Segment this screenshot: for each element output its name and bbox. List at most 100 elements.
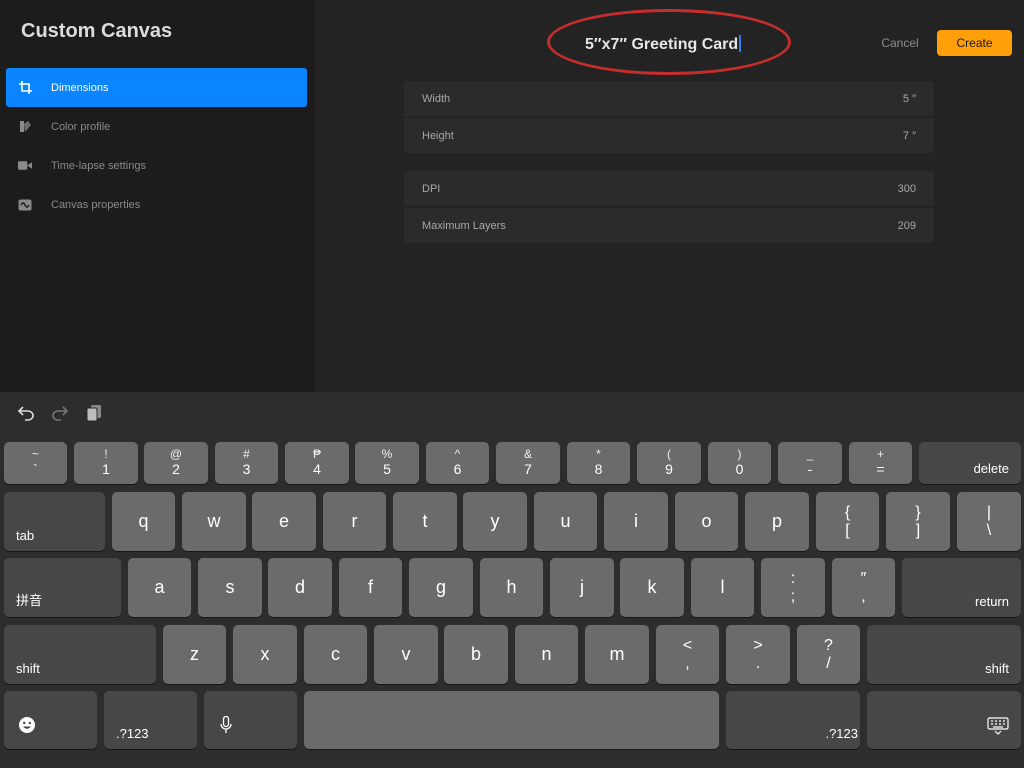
sidebar-item-label: Dimensions	[51, 81, 109, 94]
tab-key[interactable]: tab	[4, 492, 105, 551]
key-top-symbol: ″	[860, 569, 867, 587]
space-bar[interactable]	[304, 691, 719, 749]
key-g[interactable]: g	[409, 558, 473, 617]
key-k[interactable]: k	[620, 558, 684, 617]
key-top-symbol: &	[523, 447, 532, 461]
key-l[interactable]: l	[691, 558, 754, 617]
key-backtick[interactable]: ~ `	[4, 442, 67, 484]
key-top-symbol: #	[243, 447, 250, 461]
key-h[interactable]: h	[480, 558, 543, 617]
key-w[interactable]: w	[182, 492, 246, 551]
key-6[interactable]: ^ 6	[426, 442, 489, 484]
key-e[interactable]: e	[252, 492, 316, 551]
redo-icon[interactable]	[50, 403, 70, 423]
key-comma[interactable]: < ,	[656, 625, 719, 684]
key-y[interactable]: y	[463, 492, 527, 551]
key-top-symbol: {	[844, 503, 851, 521]
key-bottom-symbol: 2	[172, 461, 180, 477]
key-u[interactable]: u	[534, 492, 597, 551]
key-m[interactable]: m	[585, 625, 649, 684]
dictation-key[interactable]	[204, 691, 297, 749]
key-5[interactable]: % 5	[355, 442, 419, 484]
max-layers-value: 209	[897, 219, 916, 232]
key-backslash[interactable]: | \	[957, 492, 1021, 551]
key-p[interactable]: p	[745, 492, 809, 551]
key-9[interactable]: ( 9	[637, 442, 701, 484]
max-layers-row[interactable]: Maximum Layers 209	[404, 208, 934, 243]
key-top-symbol: <	[682, 636, 693, 654]
key-left-bracket[interactable]: { [	[816, 492, 879, 551]
key-s[interactable]: s	[198, 558, 262, 617]
right-shift-key[interactable]: shift	[867, 625, 1021, 684]
key-z[interactable]: z	[163, 625, 226, 684]
key-c[interactable]: c	[304, 625, 367, 684]
width-row[interactable]: Width 5 ″	[404, 81, 934, 116]
key-2[interactable]: @ 2	[144, 442, 208, 484]
key-f[interactable]: f	[339, 558, 402, 617]
key-letter: h	[506, 577, 517, 597]
video-camera-icon	[18, 159, 32, 173]
key-q[interactable]: q	[112, 492, 175, 551]
key-1[interactable]: ! 1	[74, 442, 138, 484]
key-b[interactable]: b	[444, 625, 508, 684]
emoji-key[interactable]	[4, 691, 97, 749]
key-bottom-symbol: `	[33, 461, 38, 477]
key-x[interactable]: x	[233, 625, 297, 684]
cancel-button[interactable]: Cancel	[876, 30, 924, 56]
return-key[interactable]: return	[902, 558, 1021, 617]
keyboard-dismiss-icon	[987, 717, 1009, 740]
hide-keyboard-key[interactable]	[867, 691, 1021, 749]
key-7[interactable]: & 7	[496, 442, 560, 484]
dpi-value: 300	[897, 182, 916, 195]
key-semicolon[interactable]: : ;	[761, 558, 825, 617]
delete-key[interactable]: delete	[919, 442, 1021, 484]
key-0[interactable]: ) 0	[708, 442, 771, 484]
dpi-row[interactable]: DPI 300	[404, 171, 934, 206]
key-o[interactable]: o	[675, 492, 738, 551]
key-n[interactable]: n	[515, 625, 578, 684]
paste-icon[interactable]	[84, 403, 104, 423]
key-bottom-symbol: ,	[685, 654, 690, 672]
sidebar-item-time-lapse[interactable]: Time-lapse settings	[6, 146, 307, 185]
key-8[interactable]: * 8	[567, 442, 630, 484]
key-equals[interactable]: + =	[849, 442, 912, 484]
key-letter: y	[490, 511, 500, 531]
key-t[interactable]: t	[393, 492, 457, 551]
key-letter: t	[422, 511, 428, 531]
key-bottom-symbol: 4	[313, 461, 321, 477]
key-quote[interactable]: ″ ,	[832, 558, 895, 617]
key-d[interactable]: d	[268, 558, 332, 617]
key-top-symbol: >	[753, 636, 763, 654]
max-layers-label: Maximum Layers	[422, 219, 506, 232]
key-bottom-symbol: [	[845, 521, 850, 539]
left-shift-key[interactable]: shift	[4, 625, 156, 684]
key-minus[interactable]: _ -	[778, 442, 842, 484]
height-row[interactable]: Height 7 ″	[404, 118, 934, 153]
numbers-key-right[interactable]: .?123	[726, 691, 860, 749]
key-top-symbol: :	[790, 569, 796, 587]
key-letter: b	[470, 644, 481, 664]
create-button[interactable]: Create	[937, 30, 1012, 56]
numbers-key-left[interactable]: .?123	[104, 691, 197, 749]
sidebar-item-dimensions[interactable]: Dimensions	[6, 68, 307, 107]
key-bottom-symbol: ,	[861, 587, 866, 605]
key-v[interactable]: v	[374, 625, 438, 684]
undo-icon[interactable]	[16, 403, 36, 423]
key-right-bracket[interactable]: } ]	[886, 492, 950, 551]
key-i[interactable]: i	[604, 492, 668, 551]
key-bottom-symbol: 8	[594, 461, 603, 477]
return-key-label: return	[975, 594, 1009, 609]
key-letter: s	[225, 577, 235, 597]
key-period[interactable]: > .	[726, 625, 790, 684]
sidebar-item-color-profile[interactable]: Color profile	[6, 107, 307, 146]
key-j[interactable]: j	[550, 558, 614, 617]
key-bottom-symbol: ]	[915, 521, 921, 539]
key-4[interactable]: ₱ 4	[285, 442, 349, 484]
key-slash[interactable]: ? /	[797, 625, 860, 684]
sidebar-item-canvas-properties[interactable]: Canvas properties	[6, 185, 307, 224]
delete-key-label: delete	[973, 461, 1009, 476]
key-a[interactable]: a	[128, 558, 191, 617]
key-3[interactable]: # 3	[215, 442, 278, 484]
input-method-key[interactable]: 拼音	[4, 558, 121, 617]
key-r[interactable]: r	[323, 492, 386, 551]
